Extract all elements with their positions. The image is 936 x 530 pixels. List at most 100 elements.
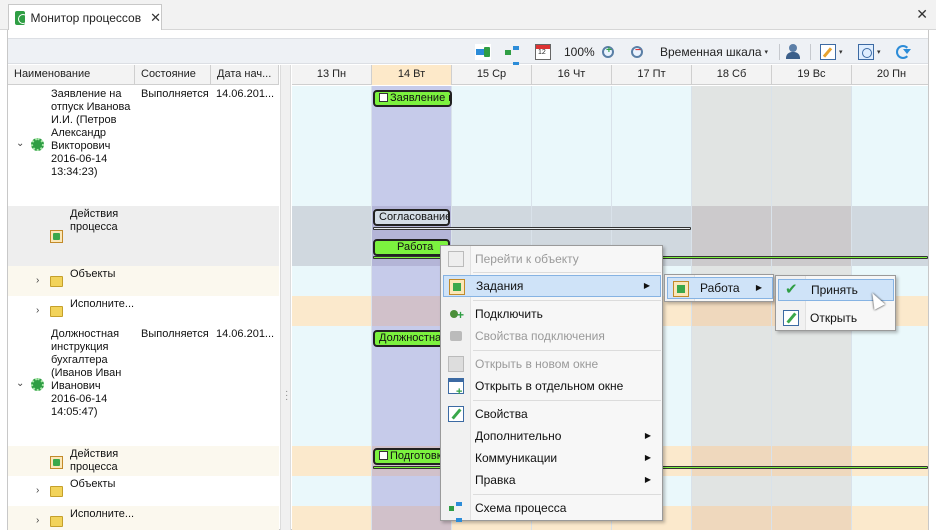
menu-item-label: Схема процесса bbox=[475, 501, 567, 515]
menu-item-work[interactable]: Работа ▶ bbox=[667, 277, 773, 299]
tab-close-icon[interactable]: ✕ bbox=[150, 10, 161, 26]
splitter-grip: · · · bbox=[285, 386, 289, 405]
tree-button[interactable] bbox=[504, 43, 520, 66]
zoom-out-button[interactable] bbox=[631, 43, 643, 61]
chevron-down-icon: ▾ bbox=[877, 49, 881, 56]
toolbar: 100% Временная шкала ▾ ▾ ▾ bbox=[8, 38, 928, 66]
checkbox-icon bbox=[379, 451, 388, 460]
folder-icon bbox=[50, 276, 63, 287]
table-row[interactable]: ⌄ Заявление на отпуск Иванова И.И. (Петров… bbox=[8, 86, 279, 206]
submenu-arrow-icon: ▶ bbox=[644, 431, 651, 440]
submenu-arrow-icon: ▶ bbox=[755, 283, 762, 292]
day-header: 20 Пн bbox=[852, 65, 928, 85]
zoom-out-icon bbox=[631, 45, 643, 58]
view-button[interactable]: ▾ bbox=[858, 43, 881, 61]
work-task-icon bbox=[673, 281, 689, 297]
document-tabstrip: Монитор процессов ✕ ✕ bbox=[0, 0, 936, 30]
menu-separator bbox=[473, 272, 661, 273]
view-icon bbox=[858, 44, 874, 60]
day-header-today: 14 Вт bbox=[372, 65, 452, 85]
gantt-bar-approval[interactable]: Согласование bbox=[373, 209, 450, 226]
chevron-right-icon[interactable]: › bbox=[36, 275, 39, 286]
menu-item-edit[interactable]: Правка ▶ bbox=[443, 469, 661, 491]
calendar-icon bbox=[535, 44, 551, 60]
chevron-right-icon[interactable]: › bbox=[36, 305, 39, 316]
connection-properties-icon bbox=[448, 328, 464, 344]
pane-splitter[interactable]: · · · bbox=[280, 65, 291, 530]
menu-item-communications[interactable]: Коммуникации ▶ bbox=[443, 447, 661, 469]
refresh-button[interactable] bbox=[896, 43, 911, 61]
table-row[interactable]: › Объекты bbox=[8, 266, 279, 296]
table-row[interactable]: › Объекты bbox=[8, 476, 279, 506]
user-button[interactable] bbox=[785, 43, 801, 61]
process-tree: ⌄ Заявление на отпуск Иванова И.И. (Петров… bbox=[8, 86, 279, 530]
gantt-header: 13 Пн 14 Вт 15 Ср 16 Чт 17 Пт 18 Сб 19 В… bbox=[292, 65, 928, 85]
process-name: Заявление на отпуск Иванова И.И. (Петров Ал… bbox=[51, 88, 131, 178]
user-icon bbox=[785, 44, 801, 60]
day-header: 19 Вс bbox=[772, 65, 852, 85]
column-header-status[interactable]: Состояние bbox=[135, 65, 211, 85]
process-actions-label: Действия процесса bbox=[70, 208, 119, 233]
menu-item-go-to-object[interactable]: Перейти к объекту bbox=[443, 248, 661, 270]
gantt-bar-process-1[interactable]: Заявление н... bbox=[373, 90, 452, 107]
objects-label: Объекты bbox=[70, 268, 116, 280]
menu-item-label: Работа bbox=[700, 281, 740, 295]
menu-item-label: Свойства bbox=[475, 407, 528, 421]
process-scheme-icon bbox=[448, 500, 464, 522]
expand-button[interactable] bbox=[475, 43, 491, 61]
process-icon bbox=[31, 378, 44, 391]
toolbar-separator bbox=[810, 44, 811, 60]
menu-item-open-new-window[interactable]: Открыть в новом окне bbox=[443, 353, 661, 375]
table-row[interactable]: Действия процесса bbox=[8, 446, 279, 476]
folder-icon bbox=[50, 516, 63, 527]
menu-item-label: Перейти к объекту bbox=[475, 252, 579, 266]
day-header: 16 Чт bbox=[532, 65, 612, 85]
menu-item-tasks[interactable]: Задания ▶ bbox=[443, 275, 661, 297]
gantt-progress-line bbox=[373, 227, 691, 230]
objects-label: Объекты bbox=[70, 478, 116, 490]
chevron-right-icon[interactable]: › bbox=[36, 485, 39, 496]
window-close-icon[interactable]: ✕ bbox=[916, 6, 928, 23]
menu-item-label: Подключить bbox=[475, 307, 543, 321]
chevron-down-icon: ▾ bbox=[764, 49, 769, 56]
chevron-down-icon[interactable]: ⌄ bbox=[16, 378, 24, 389]
process-actions-label: Действия процесса bbox=[70, 448, 119, 473]
timescale-dropdown[interactable]: Временная шкала ▾ bbox=[660, 43, 768, 61]
process-monitor-icon bbox=[15, 10, 29, 25]
tab-process-monitor[interactable]: Монитор процессов ✕ bbox=[8, 4, 162, 30]
edit-button[interactable]: ▾ bbox=[820, 43, 843, 61]
menu-item-connect[interactable]: Подключить bbox=[443, 303, 661, 326]
menu-item-label: Свойства подключения bbox=[475, 329, 605, 343]
process-name: Должностная инструкция бухгалтера (Иванов И… bbox=[51, 328, 122, 418]
menu-item-open-separate-window[interactable]: Открыть в отдельном окне bbox=[443, 375, 661, 403]
gantt-bar-label: Заявление н... bbox=[390, 92, 450, 104]
gantt-bar-label: Работа bbox=[397, 241, 434, 253]
gantt-bar-work[interactable]: Работа bbox=[373, 239, 450, 256]
menu-item-additional[interactable]: Дополнительно ▶ bbox=[443, 425, 661, 447]
process-status: Выполняется bbox=[141, 88, 209, 100]
table-row[interactable]: Действия процесса bbox=[8, 206, 279, 266]
menu-separator bbox=[473, 300, 661, 301]
column-header-start-date[interactable]: Дата нач... bbox=[211, 65, 279, 85]
menu-item-process-scheme[interactable]: Схема процесса bbox=[443, 497, 661, 522]
weekend-column bbox=[692, 86, 772, 530]
menu-item-connection-properties[interactable]: Свойства подключения bbox=[443, 325, 661, 347]
column-header-name[interactable]: Наименование bbox=[8, 65, 135, 85]
table-row[interactable]: › Исполните... bbox=[8, 296, 279, 326]
table-row[interactable]: ⌄ Должностная инструкция бухгалтера (Иванов… bbox=[8, 326, 279, 446]
properties-icon bbox=[448, 406, 464, 422]
chevron-down-icon[interactable]: ⌄ bbox=[16, 138, 24, 149]
table-row[interactable]: › Исполните... bbox=[8, 506, 279, 530]
menu-item-open[interactable]: Открыть bbox=[778, 307, 894, 329]
process-status: Выполняется bbox=[141, 328, 209, 340]
new-window-icon bbox=[448, 356, 464, 372]
expand-icon bbox=[475, 44, 491, 60]
zoom-level: 100% bbox=[564, 43, 595, 61]
menu-separator bbox=[473, 400, 661, 401]
zoom-level-text: 100% bbox=[564, 45, 595, 59]
zoom-in-button[interactable] bbox=[602, 43, 614, 61]
menu-item-properties[interactable]: Свойства bbox=[443, 403, 661, 425]
today-button[interactable] bbox=[535, 43, 551, 61]
chevron-right-icon[interactable]: › bbox=[36, 515, 39, 526]
folder-icon bbox=[50, 306, 63, 317]
